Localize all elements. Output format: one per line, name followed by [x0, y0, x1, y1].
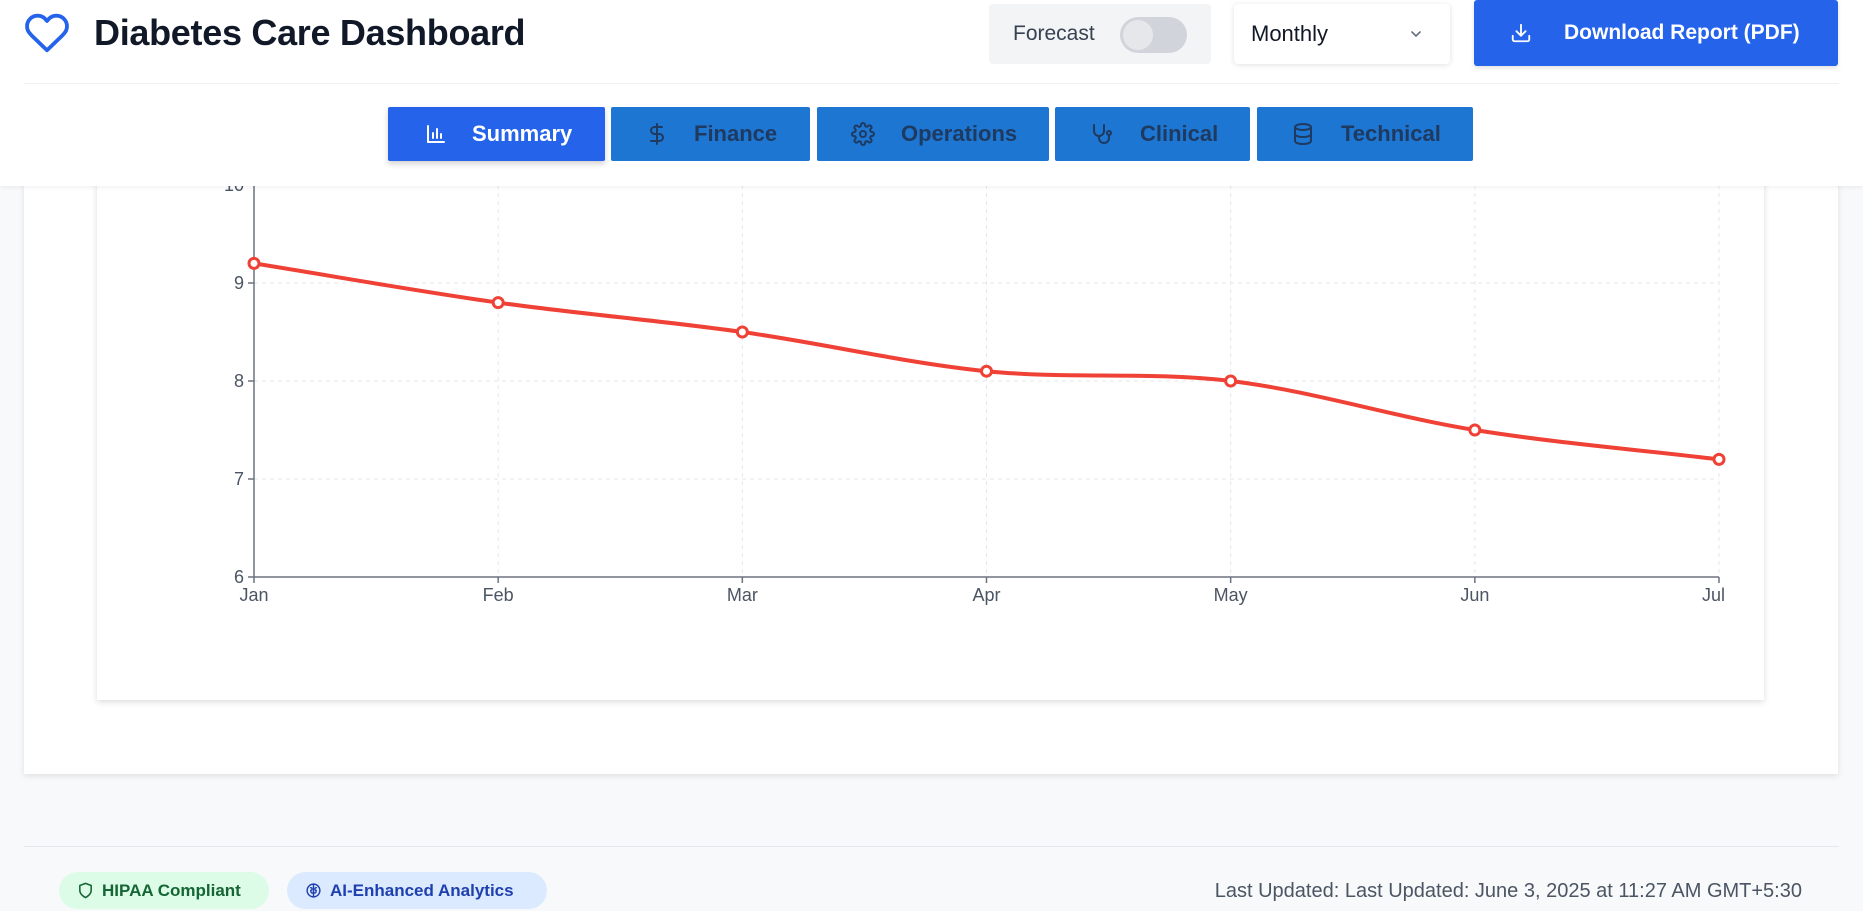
chevron-down-icon: [1411, 31, 1421, 37]
forecast-label: Forecast: [1013, 22, 1095, 45]
tab-label: Summary: [472, 121, 573, 146]
app-header: Diabetes Care Dashboard Forecast Monthly…: [0, 0, 1863, 186]
x-tick-label: Jul: [1702, 585, 1725, 605]
period-select-value: Monthly: [1251, 21, 1329, 46]
dollar-icon: [650, 123, 664, 145]
badge-label: HIPAA Compliant: [102, 881, 241, 900]
data-point: [247, 256, 261, 270]
data-point: [491, 296, 505, 310]
tab-operations[interactable]: Operations: [817, 107, 1049, 161]
bar-chart-icon: [427, 125, 445, 143]
forecast-toggle[interactable]: [1120, 17, 1187, 53]
forecast-control: Forecast: [989, 4, 1211, 64]
badge-label: AI-Enhanced Analytics: [330, 881, 514, 900]
data-point: [980, 364, 993, 378]
top-bar: Diabetes Care Dashboard Forecast Monthly…: [24, 0, 1839, 84]
hipaa-badge: HIPAA Compliant: [59, 872, 269, 909]
footer-divider: [24, 846, 1839, 847]
x-tick-label: Apr: [972, 585, 1000, 605]
ai-analytics-badge: AI-Enhanced Analytics: [287, 872, 547, 909]
brain-icon: [306, 883, 321, 898]
data-point: [1712, 452, 1726, 466]
tab-label: Finance: [694, 121, 778, 146]
y-tick-label: 8: [234, 371, 244, 391]
tab-label: Clinical: [1140, 121, 1219, 146]
tab-clinical[interactable]: Clinical: [1055, 107, 1250, 161]
heart-icon: [25, 13, 69, 53]
y-tick-label: 7: [234, 469, 244, 489]
data-point: [1224, 374, 1238, 388]
tab-label: Technical: [1341, 121, 1441, 146]
y-tick-label: 6: [234, 567, 244, 587]
stethoscope-icon: [1093, 124, 1112, 144]
shield-icon: [79, 882, 92, 899]
data-point: [735, 325, 749, 339]
database-icon: [1294, 123, 1312, 145]
y-tick-label: 9: [234, 273, 244, 293]
x-tick-label: Feb: [483, 585, 514, 605]
period-select[interactable]: Monthly: [1234, 4, 1450, 64]
x-tick-label: Jan: [239, 585, 268, 605]
last-updated-text: Last Updated: Last Updated: June 3, 2025…: [1214, 880, 1802, 902]
main-panel: 678910JanFebMarAprMayJunJul: [24, 150, 1838, 774]
chart-card: 678910JanFebMarAprMayJunJul: [97, 150, 1764, 700]
tab-label: Operations: [901, 121, 1018, 146]
x-tick-label: May: [1214, 585, 1248, 605]
download-report-label: Download Report (PDF): [1564, 21, 1800, 44]
tab-summary[interactable]: Summary: [388, 107, 605, 161]
download-icon: [1511, 23, 1531, 43]
trend-line-chart: 678910JanFebMarAprMayJunJul: [224, 175, 1726, 605]
tab-finance[interactable]: Finance: [611, 107, 810, 161]
download-report-button[interactable]: Download Report (PDF): [1474, 0, 1838, 66]
x-tick-label: Mar: [727, 585, 758, 605]
page-title: Diabetes Care Dashboard: [94, 12, 526, 53]
toggle-knob: [1123, 20, 1153, 50]
tab-bar: Summary Finance Operations Clinical Tech…: [388, 107, 1473, 161]
gear-icon: [851, 122, 875, 146]
tab-technical[interactable]: Technical: [1257, 107, 1473, 161]
data-point: [1468, 423, 1482, 437]
x-tick-label: Jun: [1460, 585, 1489, 605]
